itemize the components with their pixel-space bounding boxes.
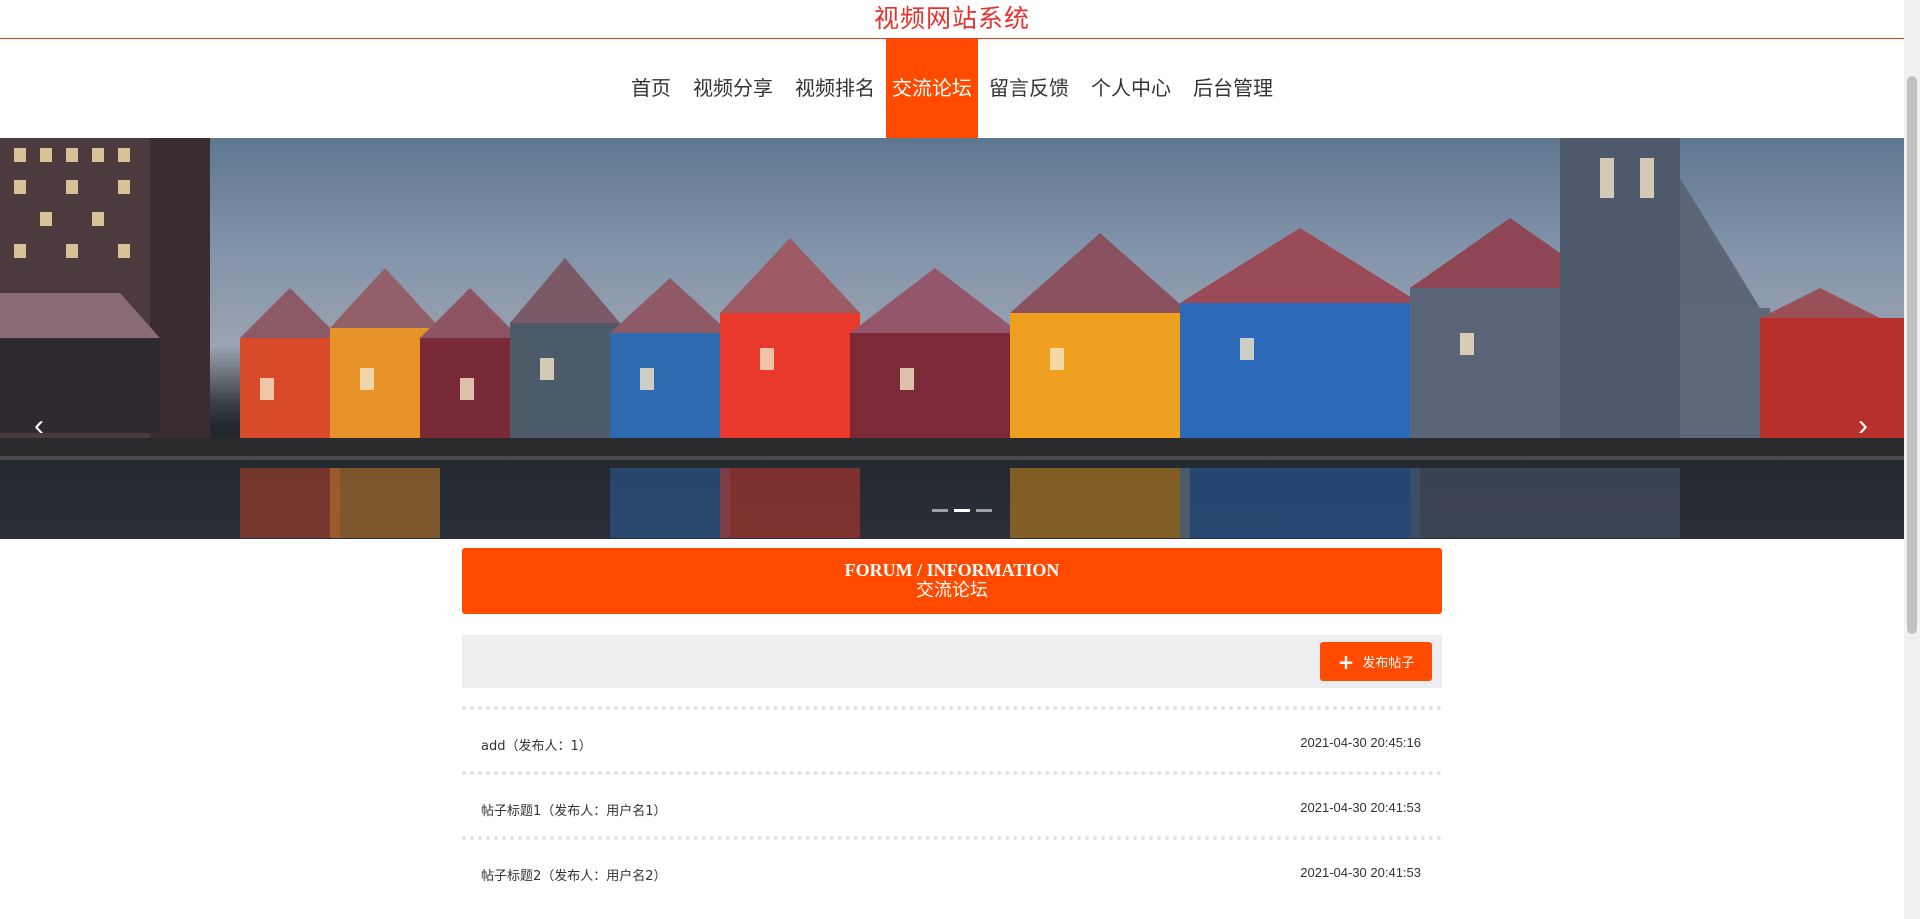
new-post-button[interactable]: + 发布帖子 (1320, 642, 1432, 681)
plus-icon: + (1337, 649, 1355, 674)
banner-image (0, 138, 1904, 538)
carousel-dot-1[interactable] (932, 509, 948, 512)
post-time: 2021-04-30 20:41:53 (1300, 800, 1421, 815)
chevron-left-icon: ‹ (34, 409, 44, 442)
post-title[interactable]: 帖子标题1（发布人：用户名1） (481, 800, 667, 819)
page-scrollbar[interactable] (1904, 0, 1920, 919)
section-title-cn: 交流论坛 (916, 580, 988, 601)
main-nav: 首页 视频分享 视频排名 交流论坛 留言反馈 个人中心 后台管理 (0, 39, 1904, 138)
section-title-en: FORUM / INFORMATION (844, 560, 1060, 580)
list-item[interactable]: 帖子标题2（发布人：用户名2） 2021-04-30 20:41:53 (462, 836, 1442, 901)
nav-item-admin[interactable]: 后台管理 (1182, 39, 1284, 138)
list-item[interactable]: 帖子标题1（发布人：用户名1） 2021-04-30 20:41:53 (462, 771, 1442, 836)
nav-item-home[interactable]: 首页 (620, 39, 682, 138)
site-header: 视频网站系统 (0, 0, 1904, 39)
nav-item-video-share[interactable]: 视频分享 (682, 39, 784, 138)
banner-carousel: ‹ › (0, 138, 1904, 539)
section-header: FORUM / INFORMATION 交流论坛 (462, 548, 1442, 614)
scrollbar-thumb[interactable] (1907, 76, 1917, 634)
post-time: 2021-04-30 20:41:53 (1300, 865, 1421, 880)
banner-prev-button[interactable]: ‹ (24, 406, 54, 446)
site-title: 视频网站系统 (873, 4, 1030, 33)
carousel-dot-3[interactable] (976, 509, 992, 512)
nav-item-video-ranking[interactable]: 视频排名 (784, 39, 886, 138)
post-list: add（发布人：1） 2021-04-30 20:45:16 帖子标题1（发布人… (462, 706, 1442, 901)
banner-next-button[interactable]: › (1848, 406, 1878, 446)
chevron-right-icon: › (1858, 409, 1868, 442)
nav-item-feedback[interactable]: 留言反馈 (978, 39, 1080, 138)
carousel-dot-2[interactable] (954, 509, 970, 512)
post-time: 2021-04-30 20:45:16 (1300, 735, 1421, 750)
post-title[interactable]: add（发布人：1） (481, 735, 592, 754)
nav-item-forum[interactable]: 交流论坛 (886, 39, 978, 138)
post-title[interactable]: 帖子标题2（发布人：用户名2） (481, 865, 667, 884)
forum-toolbar: + 发布帖子 (462, 635, 1442, 688)
nav-item-personal-center[interactable]: 个人中心 (1080, 39, 1182, 138)
carousel-indicators (932, 509, 992, 512)
list-item[interactable]: add（发布人：1） 2021-04-30 20:45:16 (462, 706, 1442, 771)
new-post-label: 发布帖子 (1362, 656, 1415, 671)
